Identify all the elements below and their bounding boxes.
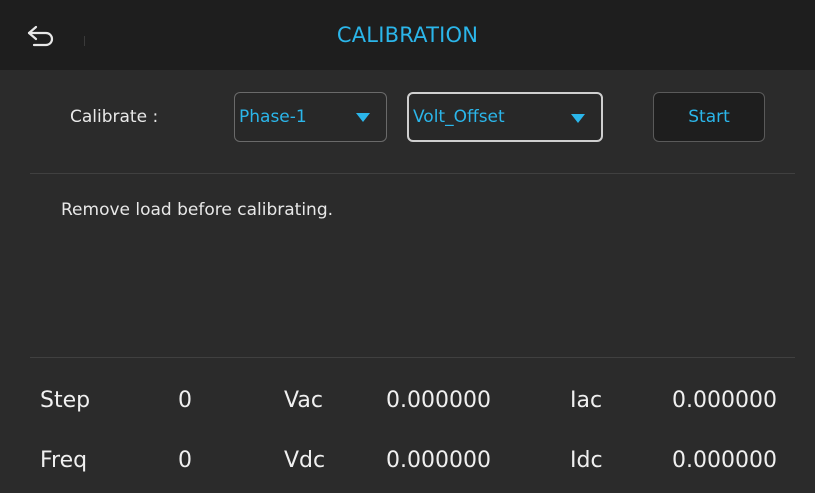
calibrate-label: Calibrate : (70, 107, 159, 127)
vac-label: Vac (284, 388, 323, 413)
dropdown-arrow-icon (571, 114, 585, 123)
header-separator (84, 36, 85, 46)
freq-value: 0 (178, 448, 192, 473)
status-message: Remove load before calibrating. (61, 200, 334, 220)
step-label: Step (40, 388, 91, 413)
dropdown-arrow-icon (356, 113, 370, 122)
idc-label: Idc (570, 448, 603, 473)
page-title: CALIBRATION (336, 23, 479, 47)
back-arrow-icon (27, 25, 54, 47)
vdc-label: Vdc (284, 448, 326, 473)
divider (30, 173, 795, 174)
iac-value: 0.000000 (672, 388, 777, 413)
back-button[interactable] (26, 22, 66, 52)
header-bar: CALIBRATION (0, 0, 815, 70)
phase-select[interactable]: Phase-1 (234, 92, 387, 142)
mode-select-value: Volt_Offset (413, 107, 505, 127)
start-button[interactable]: Start (653, 92, 765, 142)
iac-label: Iac (570, 388, 603, 413)
mode-select[interactable]: Volt_Offset (407, 92, 603, 142)
vdc-value: 0.000000 (386, 448, 491, 473)
freq-label: Freq (40, 448, 88, 473)
calibration-screen: CALIBRATION Calibrate : Phase-1 Volt_Off… (0, 0, 815, 493)
idc-value: 0.000000 (672, 448, 777, 473)
step-value: 0 (178, 388, 192, 413)
vac-value: 0.000000 (386, 388, 491, 413)
divider (30, 357, 795, 358)
phase-select-value: Phase-1 (239, 107, 307, 127)
